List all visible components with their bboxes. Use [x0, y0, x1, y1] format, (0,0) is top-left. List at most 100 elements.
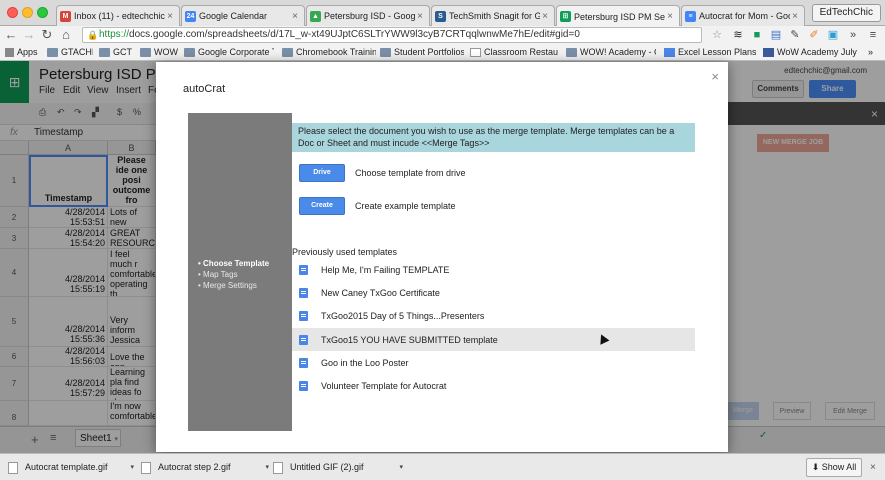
step-merge-settings[interactable]: • Merge Settings: [198, 281, 257, 290]
bookmark-student-portfolios[interactable]: Student Portfolios: [380, 46, 464, 59]
step-choose-template[interactable]: • Choose Template: [198, 259, 269, 268]
forward-icon[interactable]: →: [22, 27, 36, 43]
folder-icon: [380, 48, 391, 57]
browser-tab-gmail[interactable]: M Inbox (11) - edtechchic@ ×: [56, 5, 180, 26]
template-name: Goo in the Loo Poster: [321, 357, 409, 368]
close-tab-icon[interactable]: ×: [415, 11, 425, 22]
previous-templates-heading: Previously used templates: [292, 247, 398, 257]
template-item[interactable]: Volunteer Template for Autocrat: [292, 374, 695, 397]
address-bar[interactable]: 🔒 https://docs.google.com/spreadsheets/d…: [82, 27, 702, 43]
more-extensions-icon[interactable]: »: [846, 27, 860, 43]
doc-icon: [299, 264, 308, 275]
evernote-extension-icon[interactable]: ■: [750, 27, 764, 43]
step-label: Merge Settings: [203, 281, 257, 290]
browser-tab-snagit[interactable]: S TechSmith Snagit for Goog ×: [431, 5, 555, 26]
bookmark-excel-lesson-plans[interactable]: Excel Lesson Plans f: [664, 46, 756, 59]
browser-tab-sheets-active[interactable]: ⊞ Petersburg ISD PM Sessio ×: [556, 5, 680, 27]
folder-icon: [47, 48, 58, 57]
doc-icon: [299, 380, 308, 391]
bookmark-label: Classroom Restaura: [484, 47, 558, 57]
browser-tab-calendar[interactable]: 24 Google Calendar ×: [181, 5, 305, 26]
home-icon[interactable]: ⌂: [59, 27, 73, 43]
eyedropper-extension-icon[interactable]: ✐: [807, 27, 821, 43]
tab-title: Petersburg ISD - Google D: [324, 11, 415, 21]
template-item[interactable]: Help Me, I'm Failing TEMPLATE: [292, 258, 695, 281]
download-item[interactable]: Untitled GIF (2).gif ▾: [273, 458, 403, 477]
browser-tab-autocrat[interactable]: ≡ Autocrat for Mom - Googl ×: [681, 5, 805, 26]
layers-extension-icon[interactable]: ≋: [731, 27, 745, 43]
bookmark-label: Apps: [17, 47, 38, 57]
close-icon[interactable]: ×: [870, 462, 876, 473]
chrome-menu-icon[interactable]: ≡: [866, 27, 880, 43]
template-item[interactable]: Goo in the Loo Poster: [292, 351, 695, 374]
template-item[interactable]: TxGoo2015 Day of 5 Things...Presenters: [292, 304, 695, 327]
snagit-icon: S: [435, 10, 446, 22]
drive-button[interactable]: Drive: [299, 164, 345, 182]
chevron-down-icon[interactable]: ▾: [399, 458, 403, 477]
downloads-bar: Autocrat template.gif ▾ Autocrat step 2.g…: [0, 453, 885, 480]
snagit-extension-icon[interactable]: ▣: [826, 27, 840, 43]
close-tab-icon[interactable]: ×: [290, 11, 300, 22]
close-tab-icon[interactable]: ×: [540, 11, 550, 22]
chevron-down-icon[interactable]: ▾: [130, 458, 134, 477]
template-name: Help Me, I'm Failing TEMPLATE: [321, 264, 450, 275]
download-item[interactable]: Autocrat template.gif ▾: [8, 458, 134, 477]
browser-tab-drive[interactable]: ▲ Petersburg ISD - Google D ×: [306, 5, 430, 26]
bookmark-wow[interactable]: WOW: [140, 46, 178, 59]
profile-button[interactable]: EdTechChic: [811, 4, 881, 22]
download-filename: Untitled GIF (2).gif: [290, 462, 364, 472]
gif-file-icon: [141, 461, 151, 474]
bookmark-wow-academy[interactable]: WOW! Academy - Go: [566, 46, 656, 59]
folder-icon: [184, 48, 195, 57]
template-item-hovered[interactable]: TxGoo15 YOU HAVE SUBMITTED template: [292, 328, 695, 351]
more-bookmarks-icon[interactable]: »: [868, 46, 880, 59]
docs-extension-icon[interactable]: ▤: [769, 27, 783, 43]
close-tab-icon[interactable]: ×: [665, 11, 675, 22]
folder-icon: [140, 48, 151, 57]
bookmark-chromebook-training[interactable]: Chromebook Training: [282, 46, 376, 59]
navigation-bar: ← → ↻ ⌂ 🔒 https://docs.google.com/spread…: [0, 26, 885, 44]
folder-icon: [282, 48, 293, 57]
bookmark-google-corporate[interactable]: Google Corporate Tr: [184, 46, 274, 59]
minimize-window-button[interactable]: [22, 7, 33, 18]
show-all-downloads-button[interactable]: ⬇ Show All: [806, 458, 862, 477]
url-scheme: https://: [99, 29, 130, 40]
reload-icon[interactable]: ↻: [40, 27, 54, 43]
folder-icon: [99, 48, 110, 57]
chevron-down-icon[interactable]: ▾: [265, 458, 269, 477]
template-item[interactable]: New Caney TxGoo Certificate: [292, 281, 695, 304]
close-tab-icon[interactable]: ×: [790, 11, 800, 22]
create-label: Create example template: [355, 201, 456, 211]
create-button[interactable]: Create: [299, 197, 345, 215]
pen-extension-icon[interactable]: ✎: [788, 27, 802, 43]
docs-icon: ≡: [685, 10, 696, 22]
bookmark-apps[interactable]: Apps: [5, 46, 41, 59]
gmail-icon: M: [60, 10, 71, 22]
close-icon[interactable]: ×: [711, 69, 719, 84]
bookmark-star-icon[interactable]: ☆: [710, 27, 724, 43]
drive-label: Choose template from drive: [355, 168, 466, 178]
gif-file-icon: [273, 461, 283, 474]
step-map-tags[interactable]: • Map Tags: [198, 270, 238, 279]
close-tab-icon[interactable]: ×: [165, 11, 175, 22]
zoom-window-button[interactable]: [37, 7, 48, 18]
show-all-label: Show All: [821, 462, 857, 472]
drive-icon: ▲: [310, 10, 321, 22]
template-name: New Caney TxGoo Certificate: [321, 287, 440, 298]
bookmark-wow-academy-july[interactable]: WoW Academy July: [763, 46, 858, 59]
template-name: TxGoo15 YOU HAVE SUBMITTED template: [321, 334, 498, 345]
bookmark-label: Chromebook Training: [296, 47, 376, 57]
bookmark-label: GTACHI: [61, 47, 93, 57]
tab-title: Inbox (11) - edtechchic@: [74, 11, 165, 21]
doc-icon: [299, 310, 308, 321]
bookmark-label: Student Portfolios: [394, 47, 464, 57]
download-item[interactable]: Autocrat step 2.gif ▾: [141, 458, 269, 477]
bookmark-classroom-restaurant[interactable]: Classroom Restaura: [470, 46, 558, 59]
template-name: TxGoo2015 Day of 5 Things...Presenters: [321, 310, 485, 321]
template-chooser: Please select the document you wish to u…: [292, 113, 696, 431]
back-icon[interactable]: ←: [4, 27, 18, 43]
bookmark-gct[interactable]: GCT: [99, 46, 135, 59]
steps-panel: • Choose Template • Map Tags • Merge Set…: [188, 113, 292, 431]
bookmark-gtachi[interactable]: GTACHI: [47, 46, 93, 59]
close-window-button[interactable]: [7, 7, 18, 18]
